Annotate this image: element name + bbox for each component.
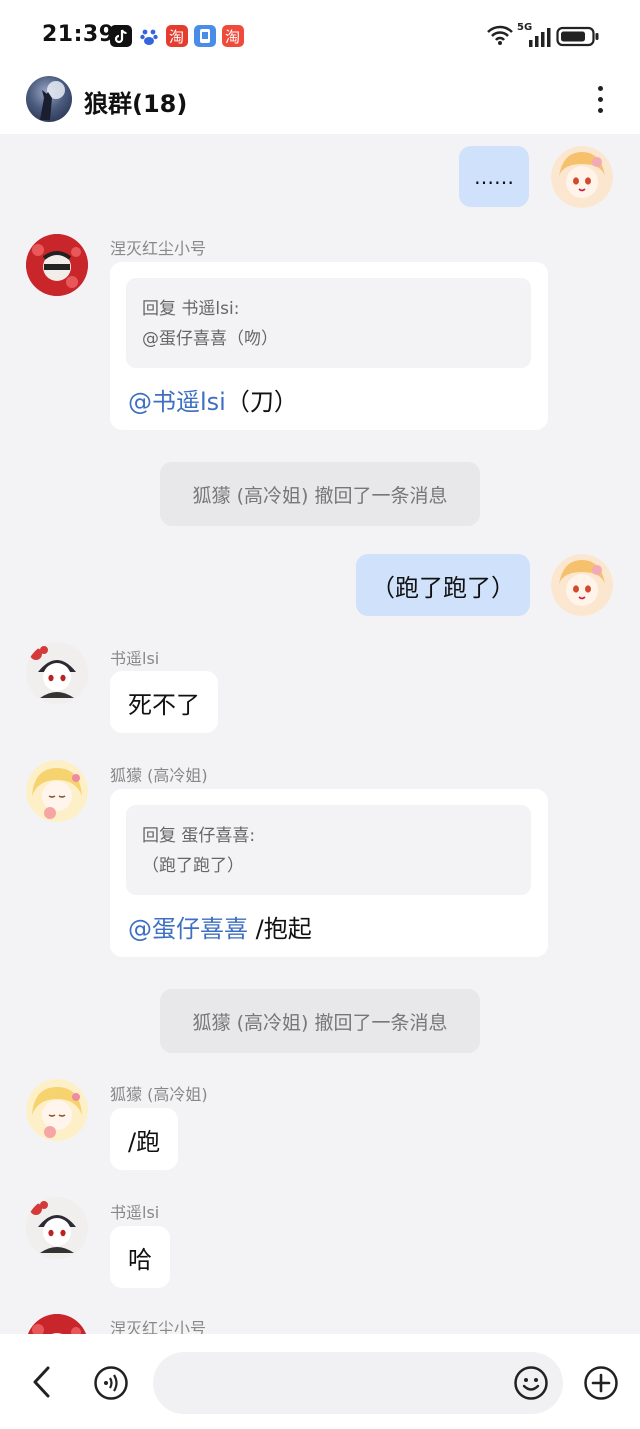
message-text: …… xyxy=(474,164,514,189)
reply-message-card[interactable]: 回复 书遥lsi: @蛋仔喜喜（吻） @书遥lsi（刀） xyxy=(110,262,548,430)
wifi-icon xyxy=(486,24,514,50)
recall-text: 狐獴 (高冷姐) 撤回了一条消息 xyxy=(192,1011,448,1034)
message-text: （跑了跑了） xyxy=(371,573,515,602)
svg-text:淘: 淘 xyxy=(169,28,184,46)
reply-body: @书遥lsi（刀） xyxy=(128,382,298,417)
quote-header: 回复 蛋仔喜喜: xyxy=(142,826,256,846)
emoji-icon[interactable] xyxy=(513,1365,549,1405)
sender-avatar[interactable] xyxy=(26,760,88,822)
message-list[interactable]: …… 涅灭红尘小号 回复 书遥lsi: @蛋仔喜喜（吻） @书遥lsi（刀） 狐… xyxy=(0,134,640,1334)
more-options-icon[interactable] xyxy=(588,82,612,118)
my-message-bubble[interactable]: （跑了跑了） xyxy=(356,554,530,616)
message-text: 哈 xyxy=(128,1245,152,1274)
sender-avatar[interactable] xyxy=(26,642,88,704)
my-avatar[interactable] xyxy=(551,554,613,616)
my-message-bubble[interactable]: …… xyxy=(459,146,529,207)
tiktok-icon xyxy=(110,25,132,47)
recall-text: 狐獴 (高冷姐) 撤回了一条消息 xyxy=(192,484,448,507)
svg-text:淘: 淘 xyxy=(225,28,240,46)
reply-body: @蛋仔喜喜 /抱起 xyxy=(128,909,312,944)
sender-avatar[interactable] xyxy=(26,1197,88,1259)
recall-notice: 狐獴 (高冷姐) 撤回了一条消息 xyxy=(160,989,480,1053)
sender-name: 书遥lsi xyxy=(110,1203,160,1222)
mention-link[interactable]: @书遥lsi xyxy=(128,388,226,416)
back-icon[interactable] xyxy=(28,1364,56,1404)
phone-manager-icon xyxy=(194,25,216,47)
sender-avatar[interactable] xyxy=(26,1079,88,1141)
message-text: /跑 xyxy=(128,1127,161,1156)
battery-icon xyxy=(556,26,600,52)
input-bar xyxy=(0,1334,640,1429)
taobao-red-icon: 淘 xyxy=(222,25,244,47)
quoted-message[interactable]: 回复 书遥lsi: @蛋仔喜喜（吻） xyxy=(126,278,531,368)
quote-header: 回复 书遥lsi: xyxy=(142,299,240,319)
sender-name: 书遥lsi xyxy=(110,649,160,668)
group-avatar[interactable] xyxy=(26,76,72,122)
sender-name: 涅灭红尘小号 xyxy=(110,1319,207,1334)
reply-text: （刀） xyxy=(225,388,298,416)
message-text: 死不了 xyxy=(128,690,200,719)
message-bubble[interactable]: 死不了 xyxy=(110,671,218,733)
group-title[interactable]: 狼群(18) xyxy=(84,84,187,119)
status-time: 21:39 xyxy=(42,22,115,47)
quote-text: （跑了跑了） xyxy=(142,856,244,876)
reply-message-card[interactable]: 回复 蛋仔喜喜: （跑了跑了） @蛋仔喜喜 /抱起 xyxy=(110,789,548,957)
message-input[interactable] xyxy=(153,1352,563,1414)
status-bar: 21:39 淘 淘 5G xyxy=(0,0,640,70)
voice-icon[interactable] xyxy=(93,1365,129,1405)
reply-text: /抱起 xyxy=(248,915,312,943)
sender-name: 狐獴 (高冷姐) xyxy=(110,766,208,785)
message-bubble[interactable]: 哈 xyxy=(110,1226,170,1288)
signal-icon xyxy=(528,26,552,52)
taobao-icon: 淘 xyxy=(166,25,188,47)
quoted-message[interactable]: 回复 蛋仔喜喜: （跑了跑了） xyxy=(126,805,531,895)
chat-header: 狼群(18) xyxy=(0,70,640,134)
add-icon[interactable] xyxy=(583,1365,619,1405)
sender-avatar[interactable] xyxy=(26,1314,88,1334)
baidu-icon xyxy=(138,25,160,47)
quote-text: @蛋仔喜喜（吻） xyxy=(142,329,278,349)
mention-link[interactable]: @蛋仔喜喜 xyxy=(128,915,248,943)
recall-notice: 狐獴 (高冷姐) 撤回了一条消息 xyxy=(160,462,480,526)
sender-avatar[interactable] xyxy=(26,234,88,296)
my-avatar[interactable] xyxy=(551,146,613,208)
message-bubble[interactable]: /跑 xyxy=(110,1108,179,1170)
sender-name: 涅灭红尘小号 xyxy=(110,239,207,258)
sender-name: 狐獴 (高冷姐) xyxy=(110,1085,208,1104)
